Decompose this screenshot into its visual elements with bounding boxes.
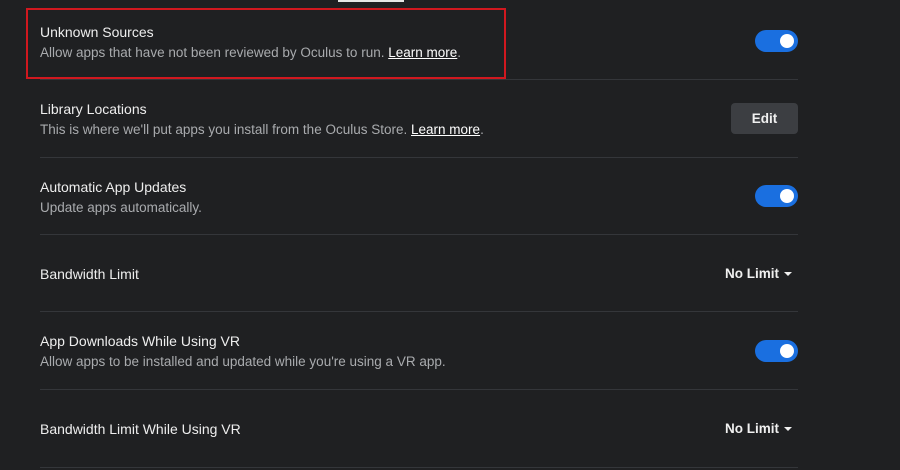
auto-updates-title: Automatic App Updates: [40, 179, 187, 195]
library-locations-learn-more-link[interactable]: Learn more: [411, 122, 480, 137]
auto-updates-description: Update apps automatically.: [40, 200, 202, 215]
toggle-knob: [780, 34, 794, 48]
library-locations-description: This is where we'll put apps you install…: [40, 122, 484, 137]
toggle-knob: [780, 189, 794, 203]
setting-row-downloads-while-vr: App Downloads While Using VR Allow apps …: [40, 311, 798, 390]
setting-row-automatic-app-updates: Automatic App Updates Update apps automa…: [40, 157, 798, 235]
downloads-vr-title: App Downloads While Using VR: [40, 333, 240, 349]
downloads-vr-description: Allow apps to be installed and updated w…: [40, 354, 446, 369]
library-locations-edit-button[interactable]: Edit: [731, 103, 798, 134]
auto-updates-toggle[interactable]: [755, 185, 798, 207]
caret-down-icon: [784, 272, 792, 276]
unknown-sources-toggle[interactable]: [755, 30, 798, 52]
toggle-knob: [780, 344, 794, 358]
setting-row-bandwidth-limit-vr: Bandwidth Limit While Using VR No Limit: [40, 389, 798, 468]
bandwidth-limit-dropdown[interactable]: No Limit: [725, 266, 792, 281]
downloads-vr-toggle[interactable]: [755, 340, 798, 362]
bandwidth-limit-vr-dropdown[interactable]: No Limit: [725, 421, 792, 436]
caret-down-icon: [784, 427, 792, 431]
setting-row-bandwidth-limit: Bandwidth Limit No Limit: [40, 234, 798, 312]
bandwidth-limit-value: No Limit: [725, 266, 779, 281]
setting-row-library-locations: Library Locations This is where we'll pu…: [40, 79, 798, 158]
bandwidth-limit-vr-title: Bandwidth Limit While Using VR: [40, 421, 241, 437]
bandwidth-limit-title: Bandwidth Limit: [40, 266, 139, 282]
bandwidth-limit-vr-value: No Limit: [725, 421, 779, 436]
library-locations-desc-text: This is where we'll put apps you install…: [40, 122, 408, 137]
library-locations-desc-end: .: [480, 122, 484, 137]
highlight-annotation-box: [26, 8, 506, 79]
library-locations-title: Library Locations: [40, 101, 147, 117]
